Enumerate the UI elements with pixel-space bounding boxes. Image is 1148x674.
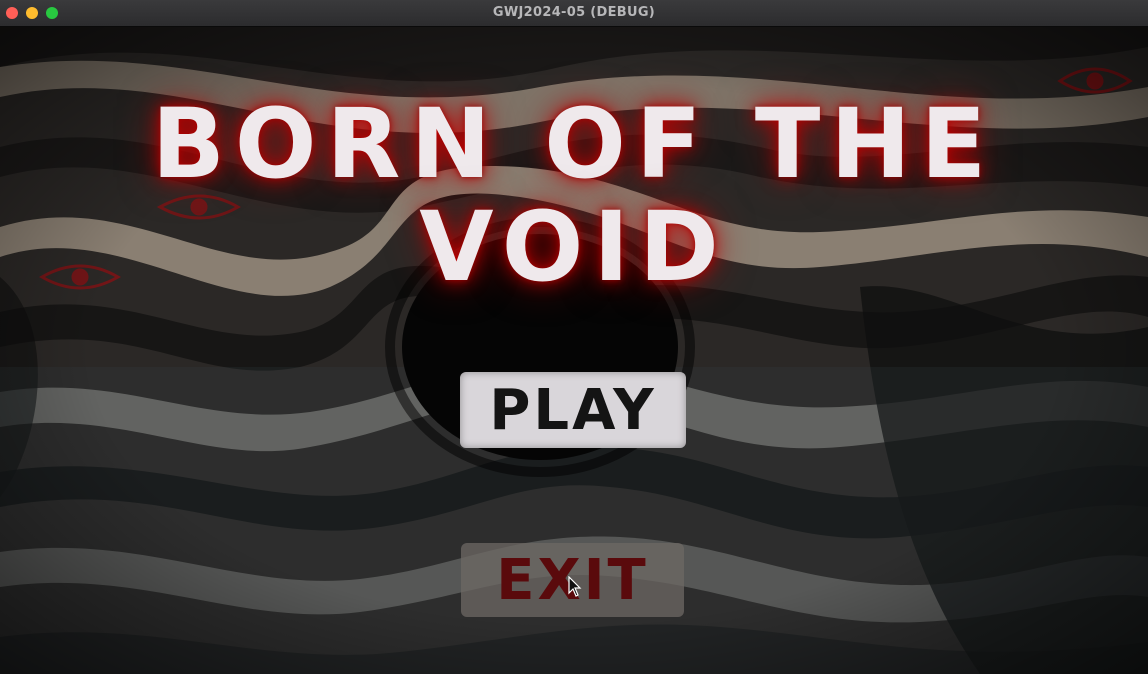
window-titlebar: GWJ2024-05 (DEBUG) — [0, 0, 1148, 27]
game-title-line-2: VOID — [419, 191, 729, 303]
game-title-line-1: BORN OF THE — [151, 88, 997, 200]
window-title: GWJ2024-05 (DEBUG) — [492, 5, 656, 20]
game-canvas: BORN OF THE VOID PLAY EXIT — [0, 27, 1148, 674]
play-button[interactable]: PLAY — [460, 372, 686, 448]
cursor-icon — [568, 576, 582, 597]
